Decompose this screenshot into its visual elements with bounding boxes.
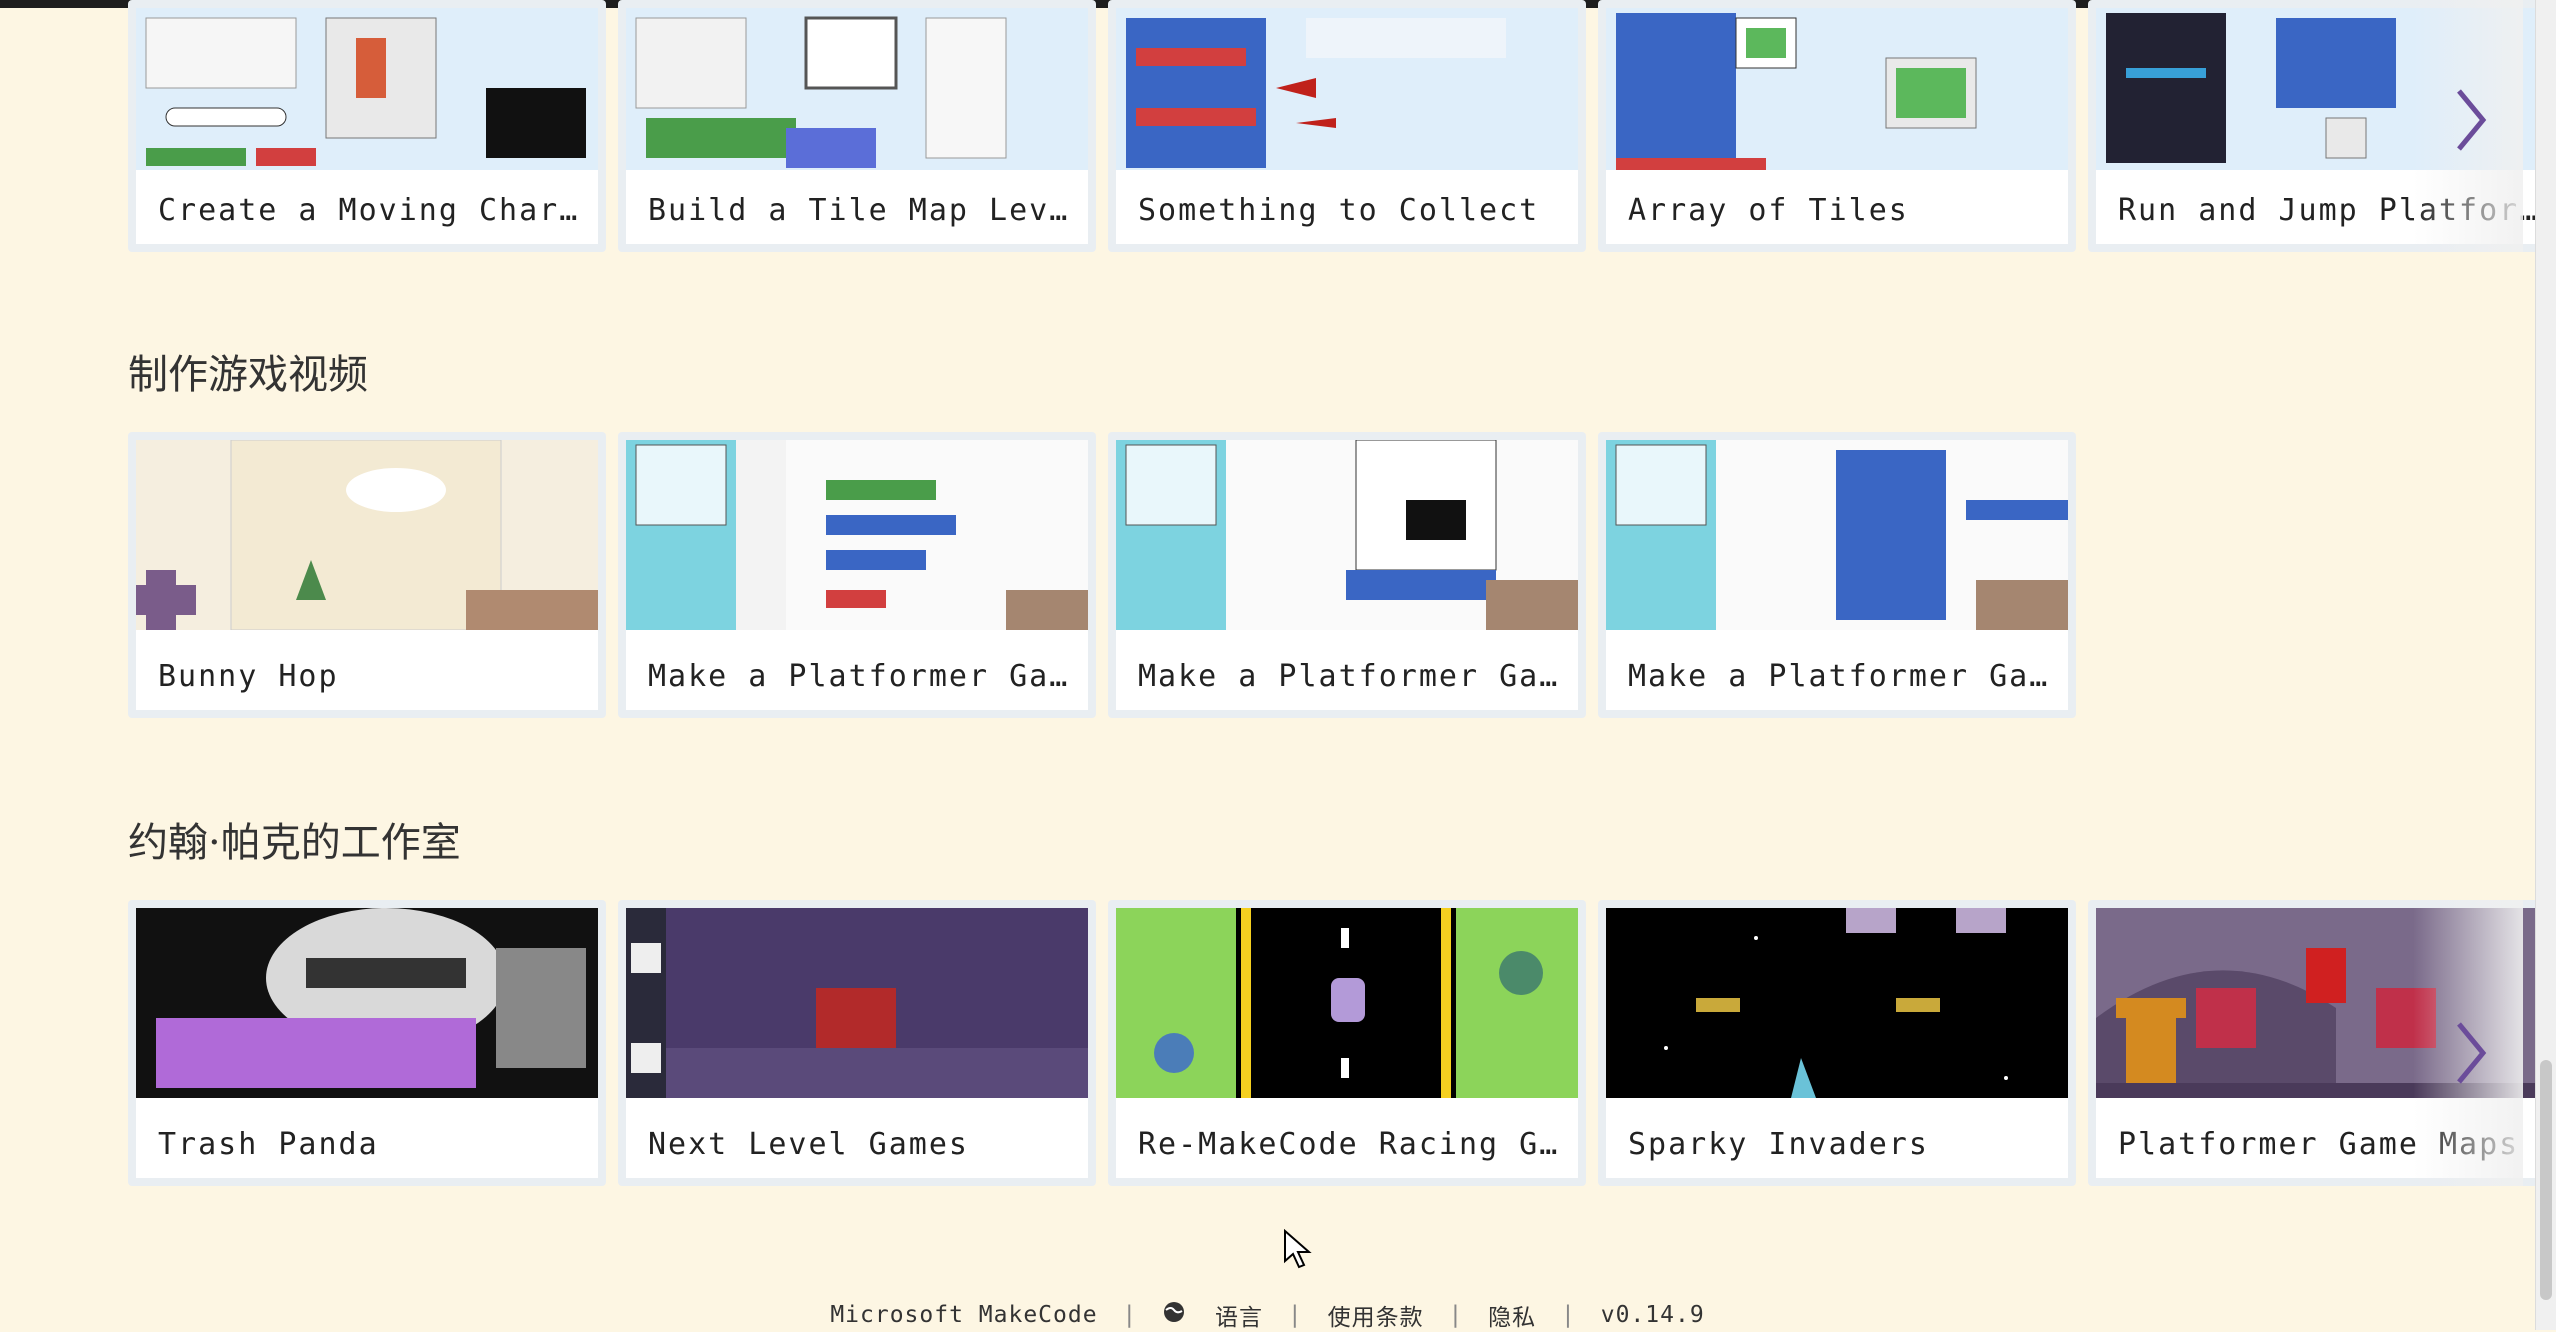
vertical-scrollbar[interactable] [2535,0,2556,1330]
video-card[interactable]: Make a Platformer Game … [618,432,1096,718]
footer-separator: | [1122,1302,1138,1328]
mouse-cursor-icon [1284,1229,1312,1269]
scroll-right-button[interactable] [2413,900,2523,1186]
card-title: Create a Moving Charact… [158,193,578,228]
tutorial-card[interactable]: Something to Collect [1108,0,1586,252]
project-thumbnail [1606,908,2068,1098]
project-card[interactable]: Sparky Invaders [1598,900,2076,1186]
card-title: Make a Platformer Game … [1138,659,1558,694]
project-card[interactable]: Trash Panda [128,900,606,1186]
project-thumbnail [1116,908,1578,1098]
scrollbar-thumb[interactable] [2540,1060,2552,1300]
footer-separator: | [1561,1302,1576,1328]
chevron-right-icon [2457,1022,2487,1084]
video-card[interactable]: Make a Platformer Game … [1598,432,2076,718]
card-title: Trash Panda [158,1127,379,1162]
project-card[interactable]: Re-MakeCode Racing Games [1108,900,1586,1186]
tutorial-card[interactable]: Build a Tile Map Level [618,0,1096,252]
scroll-right-button[interactable] [2413,0,2523,252]
section-title-videos: 制作游戏视频 [128,352,368,398]
footer-language-link[interactable]: 语言 [1215,1298,1263,1332]
card-title: Next Level Games [648,1127,969,1162]
tutorial-card[interactable]: Array of Tiles [1598,0,2076,252]
tutorial-thumbnail [136,8,598,170]
video-thumbnail [626,440,1088,630]
project-card[interactable]: Next Level Games [618,900,1096,1186]
video-card[interactable]: Make a Platformer Game … [1108,432,1586,718]
tutorial-thumbnail [1116,8,1578,170]
project-thumbnail [136,908,598,1098]
video-thumbnail [136,440,598,630]
footer-version: v0.14.9 [1600,1302,1705,1328]
video-card[interactable]: Bunny Hop [128,432,606,718]
footer-terms-link[interactable]: 使用条款 [1328,1298,1424,1332]
tutorial-thumbnail [1606,8,2068,170]
footer-brand-link[interactable]: Microsoft MakeCode [830,1302,1097,1328]
card-title: Bunny Hop [158,659,339,694]
card-title: Sparky Invaders [1628,1127,1929,1162]
card-title: Make a Platformer Game … [648,659,1068,694]
tutorial-thumbnail [626,8,1088,170]
footer-separator: | [1448,1302,1464,1328]
card-title: Build a Tile Map Level [648,193,1068,228]
card-title: Make a Platformer Game … [1628,659,2048,694]
footer-privacy-link[interactable]: 隐私 [1488,1298,1536,1332]
card-title: Re-MakeCode Racing Games [1138,1127,1558,1162]
section-title-studio: 约翰·帕克的工作室 [128,820,461,866]
footer-separator: | [1287,1302,1303,1328]
video-thumbnail [1606,440,2068,630]
tutorial-card[interactable]: Create a Moving Charact… [128,0,606,252]
card-title: Something to Collect [1138,193,1540,228]
video-thumbnail [1116,440,1578,630]
card-title: Array of Tiles [1628,193,1909,228]
chevron-right-icon [2457,89,2487,151]
project-thumbnail [626,908,1088,1098]
globe-icon [1162,1300,1186,1330]
footer: Microsoft MakeCode | 语言 | 使用条款 | 隐私 | v0… [0,1298,2535,1332]
